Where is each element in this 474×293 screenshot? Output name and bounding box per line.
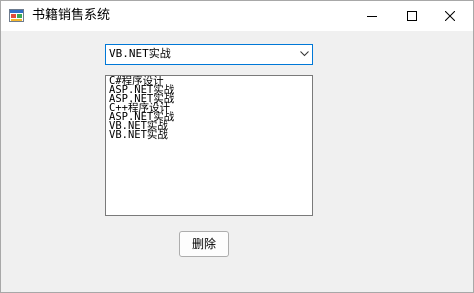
- app-window: 书籍销售系统 VB.NET实战 C#程序设计 ASP.NET实战 ASP.NET…: [0, 0, 474, 293]
- book-listbox[interactable]: C#程序设计 ASP.NET实战 ASP.NET实战 C++程序设计 ASP.N…: [105, 75, 313, 216]
- close-icon: [445, 11, 455, 21]
- minimize-icon: [367, 16, 377, 17]
- close-button[interactable]: [427, 1, 473, 31]
- list-item[interactable]: VB.NET实战: [109, 130, 168, 141]
- book-combobox[interactable]: VB.NET实战: [105, 44, 313, 65]
- delete-button[interactable]: 删除: [179, 231, 229, 257]
- app-icon: [9, 9, 24, 22]
- maximize-icon: [407, 11, 417, 21]
- chevron-down-icon[interactable]: [300, 51, 309, 57]
- combo-selected-value: VB.NET实战: [109, 47, 171, 60]
- title-bar[interactable]: 书籍销售系统: [1, 1, 473, 31]
- window-title: 书籍销售系统: [32, 8, 111, 23]
